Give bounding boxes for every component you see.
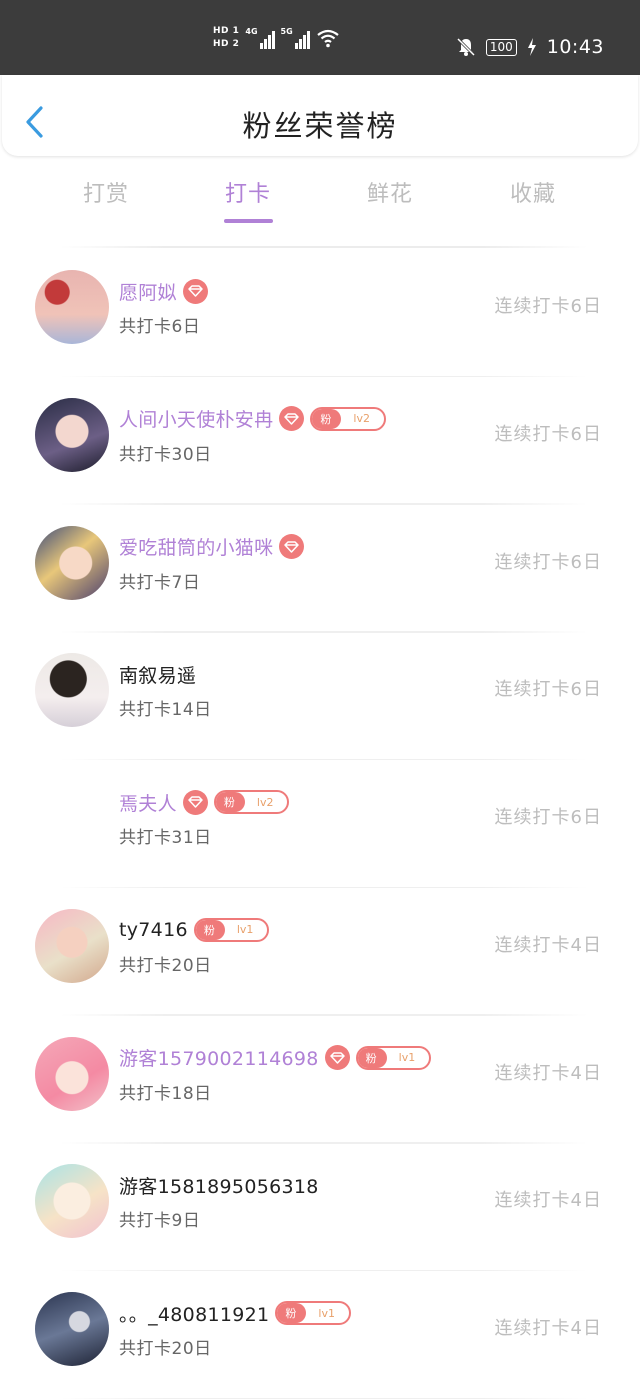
sim1-hd-label: HD 1 (213, 26, 239, 37)
avatar[interactable] (35, 1292, 109, 1366)
total-checkin-days: 共打卡18日 (119, 1079, 212, 1104)
bell-muted-icon (456, 37, 476, 57)
avatar[interactable] (35, 1037, 109, 1111)
battery-indicator: 100 (486, 39, 517, 56)
streak-days: 连续打卡4日 (495, 931, 602, 957)
avatar[interactable] (35, 781, 109, 855)
total-checkin-days: 共打卡20日 (119, 951, 212, 976)
list-item[interactable]: 南叙易遥共打卡14日 连续打卡6日 (0, 633, 640, 760)
tabs-divider (60, 246, 588, 248)
list-item[interactable]: 爱吃甜筒的小猫咪共打卡7日 连续打卡6日 (0, 506, 640, 633)
fan-badge-level: lv1 (225, 923, 268, 936)
name-line: 。。_480811921粉lv1 (119, 1298, 351, 1328)
total-checkin-days: 共打卡7日 (119, 568, 200, 593)
tab-flowers[interactable]: 鲜花 (340, 176, 440, 208)
fan-badge-label: 粉 (196, 920, 225, 940)
signal-4g-icon: 4G (245, 27, 274, 49)
app-header: 粉丝荣誉榜 (2, 75, 638, 156)
streak-days: 连续打卡6日 (495, 675, 602, 701)
tab-checkin[interactable]: 打卡 (198, 176, 298, 208)
avatar[interactable] (35, 909, 109, 983)
fan-badge-label: 粉 (358, 1048, 387, 1068)
fan-badge-level: lv1 (306, 1307, 349, 1320)
name-line: 愿阿姒 (119, 276, 208, 306)
name-line: 游客1579002114698 粉lv1 (119, 1043, 431, 1073)
username: 愿阿姒 (119, 278, 177, 305)
fan-badge-level: lv1 (387, 1051, 430, 1064)
list-item[interactable]: 。。_480811921粉lv1共打卡20日连续打卡4日 (0, 1272, 640, 1399)
name-line: 人间小天使朴安冉 粉lv2 (119, 404, 386, 434)
streak-days: 连续打卡4日 (495, 1059, 602, 1085)
tab-reward[interactable]: 打赏 (56, 176, 156, 208)
username: 人间小天使朴安冉 (119, 405, 273, 432)
charging-icon (527, 38, 537, 56)
network-indicators: HD 1 HD 2 4G 5G (213, 26, 340, 50)
avatar[interactable] (35, 1164, 109, 1238)
fan-level-badge: 粉lv2 (310, 407, 386, 431)
diamond-badge-icon (279, 406, 304, 431)
total-checkin-days: 共打卡30日 (119, 440, 212, 465)
status-right: 100 10:43 (456, 36, 604, 58)
name-line: ty7416 粉lv1 (119, 915, 269, 945)
username: 游客1581895056318 (119, 1172, 319, 1199)
total-checkin-days: 共打卡14日 (119, 695, 212, 720)
streak-days: 连续打卡6日 (495, 548, 602, 574)
name-line: 游客1581895056318 (119, 1170, 319, 1200)
total-checkin-days: 共打卡9日 (119, 1206, 200, 1231)
status-bar: HD 1 HD 2 4G 5G 100 10 (0, 0, 640, 75)
fan-level-badge: 粉lv1 (194, 918, 270, 942)
page-title: 粉丝荣誉榜 (2, 103, 638, 145)
avatar[interactable] (35, 653, 109, 727)
fan-badge-label: 粉 (277, 1303, 306, 1323)
fan-level-badge: 粉lv1 (356, 1046, 432, 1070)
list-item[interactable]: 愿阿姒共打卡6日 连续打卡6日 (0, 250, 640, 377)
avatar[interactable] (35, 526, 109, 600)
wifi-icon (316, 28, 340, 48)
tab-bar: 打赏 打卡 鲜花 收藏 (0, 172, 640, 228)
total-checkin-days: 共打卡20日 (119, 1334, 212, 1359)
total-checkin-days: 共打卡31日 (119, 823, 212, 848)
diamond-badge-icon (183, 790, 208, 815)
username: 爱吃甜筒的小猫咪 (119, 533, 273, 560)
username: 游客1579002114698 (119, 1044, 319, 1071)
list-item[interactable]: 游客1579002114698 粉lv1 共打卡18日 连续打卡4日 (0, 1017, 640, 1144)
total-checkin-days: 共打卡6日 (119, 312, 200, 337)
fan-badge-level: lv2 (341, 412, 384, 425)
fan-badge-level: lv2 (245, 796, 288, 809)
list-item[interactable]: ty7416 粉lv1 共打卡20日 连续打卡4日 (0, 889, 640, 1016)
diamond-badge-icon (183, 279, 208, 304)
streak-days: 连续打卡6日 (495, 420, 602, 446)
tab-active-indicator (224, 219, 273, 223)
sim2-hd-label: HD 2 (213, 39, 239, 50)
avatar[interactable] (35, 270, 109, 344)
fan-badge-label: 粉 (216, 792, 245, 812)
name-line: 南叙易遥 (119, 659, 196, 689)
streak-days: 连续打卡6日 (495, 803, 602, 829)
fan-level-badge: 粉lv1 (275, 1301, 351, 1325)
username: ty7416 (119, 919, 188, 941)
diamond-badge-icon (279, 534, 304, 559)
streak-days: 连续打卡4日 (495, 1314, 602, 1340)
signal-5g-icon: 5G (281, 27, 310, 49)
net2-label: 5G (281, 27, 293, 36)
fan-level-badge: 粉lv2 (214, 790, 290, 814)
list-item[interactable]: 游客1581895056318 共打卡9日 连续打卡4日 (0, 1144, 640, 1271)
list-item[interactable]: 人间小天使朴安冉 粉lv2 共打卡30日 连续打卡6日 (0, 378, 640, 505)
diamond-badge-icon (325, 1045, 350, 1070)
fan-badge-label: 粉 (312, 409, 341, 429)
streak-days: 连续打卡4日 (495, 1186, 602, 1212)
username: 南叙易遥 (119, 661, 196, 688)
tab-favorites[interactable]: 收藏 (483, 176, 583, 208)
streak-days: 连续打卡6日 (495, 292, 602, 318)
net1-label: 4G (245, 27, 257, 36)
username: 焉夫人 (119, 789, 177, 816)
username: 。。_480811921 (119, 1300, 269, 1327)
clock: 10:43 (547, 36, 604, 58)
avatar[interactable] (35, 398, 109, 472)
name-line: 焉夫人 粉lv2 (119, 787, 289, 817)
name-line: 爱吃甜筒的小猫咪 (119, 532, 304, 562)
list-item[interactable]: 焉夫人粉lv2共打卡31日连续打卡6日 (0, 761, 640, 888)
